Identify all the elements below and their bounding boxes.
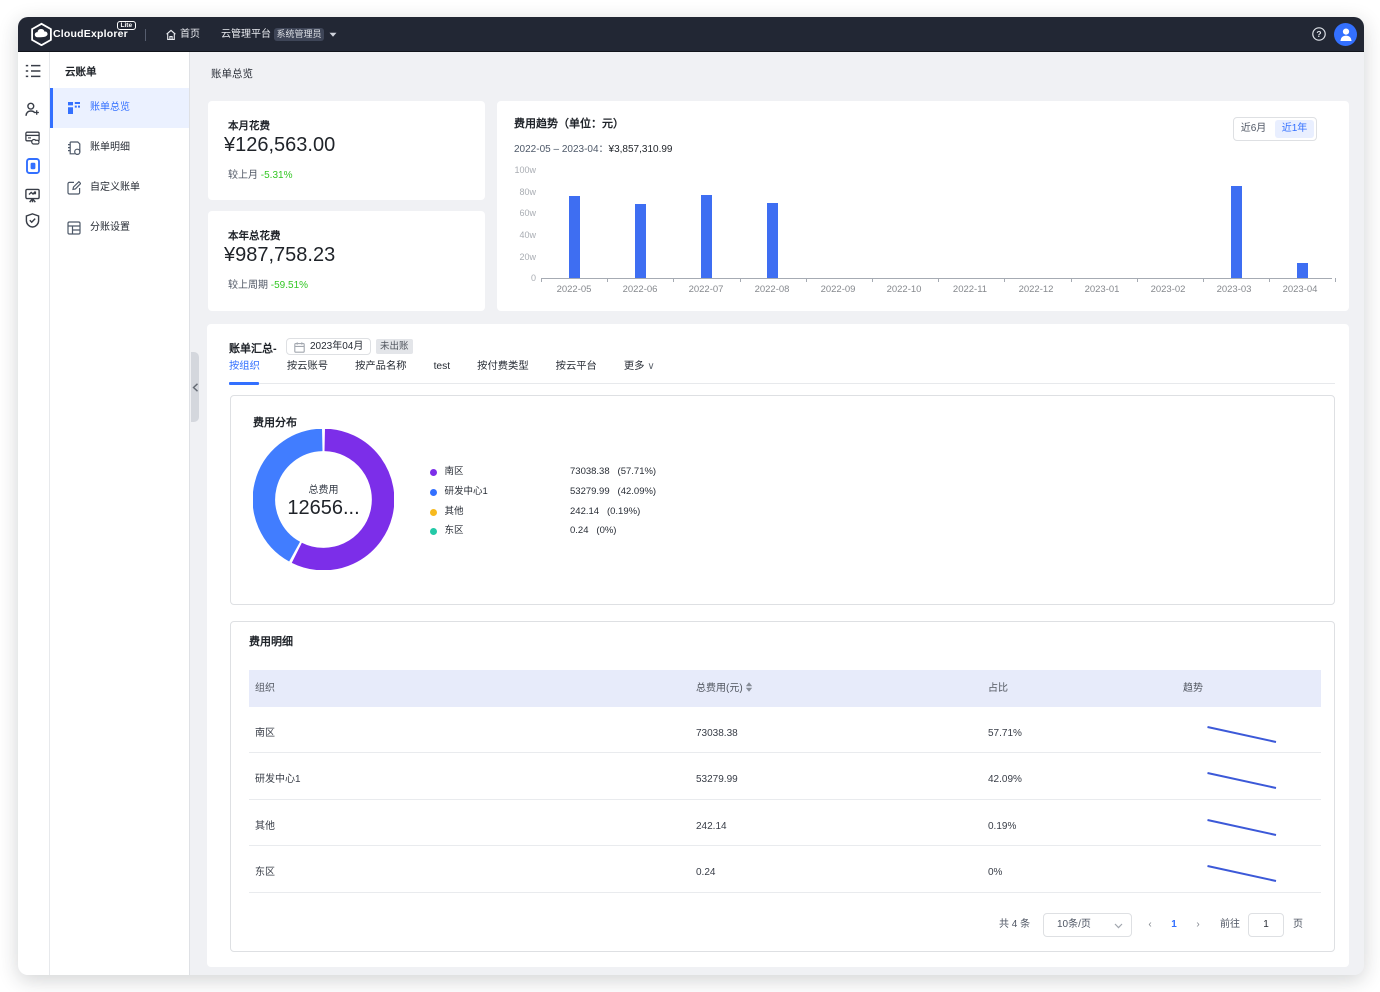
svg-text:?: ? <box>1316 29 1321 39</box>
